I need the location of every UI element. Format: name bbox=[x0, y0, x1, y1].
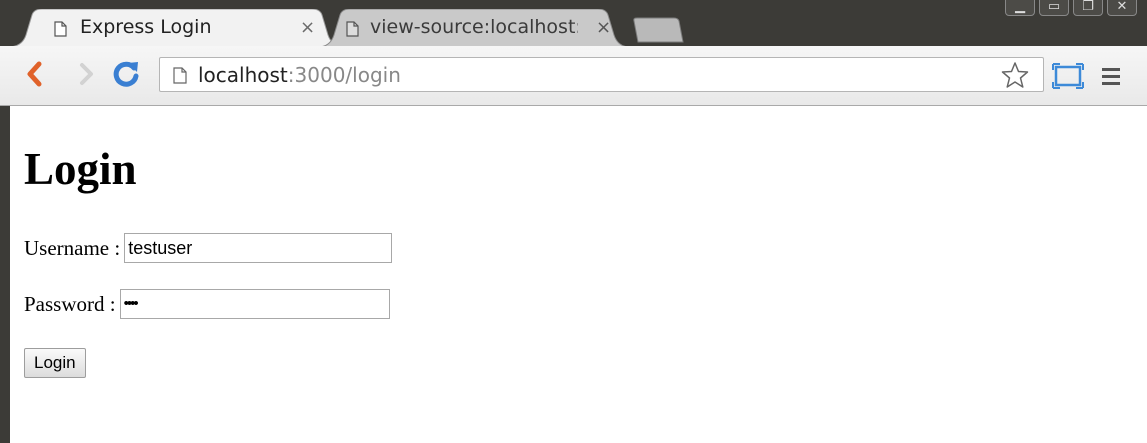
tab-close-icon[interactable]: × bbox=[300, 17, 315, 39]
url-text: localhost:3000/login bbox=[198, 62, 401, 88]
url-path: :3000/login bbox=[287, 63, 401, 87]
page-icon bbox=[54, 21, 67, 37]
username-row: Username : testuser bbox=[24, 233, 393, 263]
close-window-button[interactable]: ✕ bbox=[1107, 0, 1137, 16]
forward-arrow-icon[interactable] bbox=[70, 58, 102, 90]
page-viewport: Login Username : testuser Password : •••… bbox=[10, 106, 1147, 443]
tab-title: view-source:localhost:3000/login bbox=[370, 16, 578, 38]
password-input[interactable]: •••• bbox=[119, 289, 390, 319]
star-icon[interactable] bbox=[1001, 61, 1029, 89]
username-label: Username : bbox=[24, 236, 121, 260]
password-row: Password : •••• bbox=[24, 289, 390, 319]
window-controls: ▁ ▭ ❐ ✕ bbox=[1005, 0, 1137, 16]
username-input[interactable]: testuser bbox=[124, 233, 393, 263]
address-bar[interactable]: localhost:3000/login bbox=[159, 57, 1044, 92]
reload-icon[interactable] bbox=[110, 58, 142, 90]
restore-button[interactable]: ❐ bbox=[1073, 0, 1103, 16]
tab-view-source[interactable]: view-source:localhost:3000/login × bbox=[318, 9, 630, 47]
new-tab-button[interactable] bbox=[632, 17, 684, 43]
minimize-button[interactable]: ▁ bbox=[1005, 0, 1035, 16]
back-arrow-icon[interactable] bbox=[20, 58, 52, 90]
page-title: Login bbox=[24, 144, 137, 194]
hamburger-menu-icon[interactable] bbox=[1101, 66, 1121, 86]
page-icon bbox=[346, 21, 359, 37]
page-icon bbox=[173, 67, 187, 84]
url-host: localhost bbox=[198, 63, 288, 87]
login-button[interactable]: Login bbox=[24, 348, 86, 378]
tab-title: Express Login bbox=[80, 16, 212, 38]
browser-toolbar: localhost:3000/login bbox=[0, 46, 1147, 106]
maximize-button[interactable]: ▭ bbox=[1039, 0, 1069, 16]
tab-strip: Express Login × view-source:localhost:30… bbox=[0, 0, 1147, 47]
tab-express-login[interactable]: Express Login × bbox=[8, 9, 346, 47]
password-label: Password : bbox=[24, 292, 116, 316]
tab-close-icon[interactable]: × bbox=[596, 17, 611, 39]
cast-icon[interactable] bbox=[1052, 63, 1084, 89]
